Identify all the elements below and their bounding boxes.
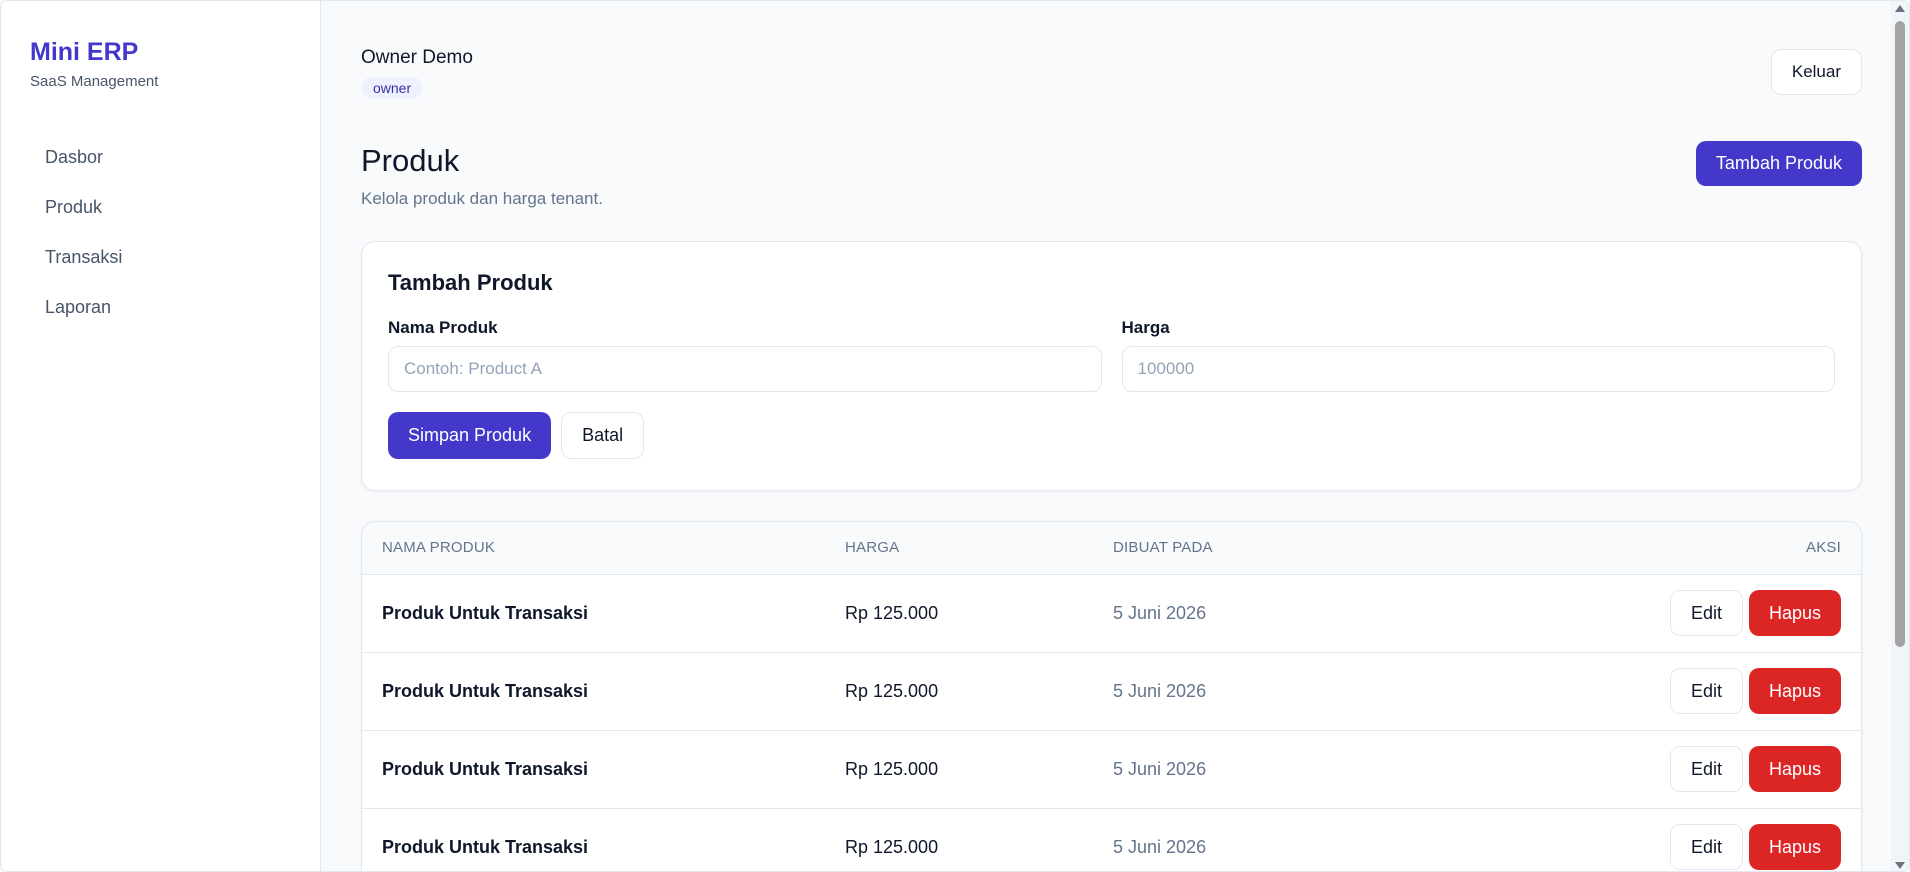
cell-product-name: Produk Untuk Transaksi: [382, 758, 589, 779]
cell-created: 5 Juni 2026: [1113, 602, 1207, 623]
table-body: Produk Untuk Transaksi Rp 125.000 5 Juni…: [362, 574, 1861, 871]
sidebar-item-produk[interactable]: Produk: [30, 182, 292, 232]
table-row: Produk Untuk Transaksi Rp 125.000 5 Juni…: [362, 574, 1861, 652]
cell-actions: Edit Hapus: [1370, 808, 1861, 871]
edit-button[interactable]: Edit: [1669, 746, 1743, 792]
table-header-row: NAMA PRODUK HARGA DIBUAT PADA AKSI: [362, 522, 1861, 574]
user-name: Owner Demo: [361, 47, 473, 68]
form-title: Tambah Produk: [388, 270, 553, 295]
topbar: Owner Demo owner Keluar: [361, 1, 1862, 131]
app-window: Mini ERP SaaS Management Dasbor Produk T…: [0, 0, 1910, 872]
add-product-form: Tambah Produk Nama Produk Harga Simpan P…: [361, 241, 1862, 491]
name-field-label: Nama Produk: [388, 318, 498, 337]
cell-actions: Edit Hapus: [1370, 574, 1861, 652]
price-input[interactable]: [1121, 346, 1835, 392]
edit-button[interactable]: Edit: [1669, 824, 1743, 870]
page-title: Produk: [361, 143, 460, 178]
cell-price: Rp 125.000: [845, 836, 939, 857]
main-content: Owner Demo owner Keluar Produk Kelola pr…: [321, 1, 1909, 871]
save-product-button[interactable]: Simpan Produk: [388, 412, 552, 459]
brand-subtitle: SaaS Management: [30, 73, 159, 90]
form-actions: Simpan Produk Batal: [388, 412, 1835, 459]
delete-button[interactable]: Hapus: [1748, 590, 1841, 636]
role-badge: owner: [361, 77, 424, 99]
price-field-group: Harga: [1121, 318, 1835, 392]
column-header-created: DIBUAT PADA: [1113, 539, 1213, 557]
products-table: NAMA PRODUK HARGA DIBUAT PADA AKSI Produ…: [362, 522, 1861, 871]
column-header-actions: AKSI: [1806, 539, 1841, 557]
cell-created: 5 Juni 2026: [1113, 758, 1207, 779]
delete-button[interactable]: Hapus: [1748, 824, 1841, 870]
sidebar-item-laporan[interactable]: Laporan: [30, 282, 292, 332]
scroll-down-arrow-icon[interactable]: [1895, 862, 1905, 869]
column-header-name: NAMA PRODUK: [382, 539, 496, 557]
table-header: NAMA PRODUK HARGA DIBUAT PADA AKSI: [362, 522, 1861, 574]
cell-actions: Edit Hapus: [1370, 730, 1861, 808]
cancel-button[interactable]: Batal: [561, 412, 645, 459]
products-table-card: NAMA PRODUK HARGA DIBUAT PADA AKSI Produ…: [361, 521, 1862, 871]
brand-title: Mini ERP: [30, 38, 139, 66]
page-header: Produk Kelola produk dan harga tenant. T…: [361, 131, 1862, 241]
sidebar-nav: Dasbor Produk Transaksi Laporan: [30, 132, 320, 332]
sidebar-item-transaksi[interactable]: Transaksi: [30, 232, 292, 282]
price-field-label: Harga: [1121, 318, 1170, 337]
cell-product-name: Produk Untuk Transaksi: [382, 602, 589, 623]
cell-created: 5 Juni 2026: [1113, 836, 1207, 857]
sidebar: Mini ERP SaaS Management Dasbor Produk T…: [1, 1, 321, 871]
delete-button[interactable]: Hapus: [1748, 668, 1841, 714]
edit-button[interactable]: Edit: [1669, 668, 1743, 714]
add-product-button[interactable]: Tambah Produk: [1695, 141, 1862, 186]
page-subtitle: Kelola produk dan harga tenant.: [361, 189, 603, 208]
product-name-input[interactable]: [388, 346, 1102, 392]
table-row: Produk Untuk Transaksi Rp 125.000 5 Juni…: [362, 730, 1861, 808]
scroll-up-arrow-icon[interactable]: [1895, 5, 1905, 12]
column-header-price: HARGA: [845, 539, 900, 557]
vertical-scrollbar[interactable]: [1891, 1, 1909, 871]
cell-price: Rp 125.000: [845, 680, 939, 701]
form-fields: Nama Produk Harga: [388, 318, 1835, 392]
edit-button[interactable]: Edit: [1669, 590, 1743, 636]
table-row: Produk Untuk Transaksi Rp 125.000 5 Juni…: [362, 652, 1861, 730]
logout-button[interactable]: Keluar: [1770, 49, 1862, 95]
cell-price: Rp 125.000: [845, 602, 939, 623]
cell-product-name: Produk Untuk Transaksi: [382, 836, 589, 857]
cell-actions: Edit Hapus: [1370, 652, 1861, 730]
sidebar-item-dasbor[interactable]: Dasbor: [30, 132, 292, 182]
cell-created: 5 Juni 2026: [1113, 680, 1207, 701]
delete-button[interactable]: Hapus: [1748, 746, 1841, 792]
name-field-group: Nama Produk: [388, 318, 1102, 392]
cell-price: Rp 125.000: [845, 758, 939, 779]
cell-product-name: Produk Untuk Transaksi: [382, 680, 589, 701]
scrollbar-thumb[interactable]: [1895, 21, 1905, 647]
table-row: Produk Untuk Transaksi Rp 125.000 5 Juni…: [362, 808, 1861, 871]
